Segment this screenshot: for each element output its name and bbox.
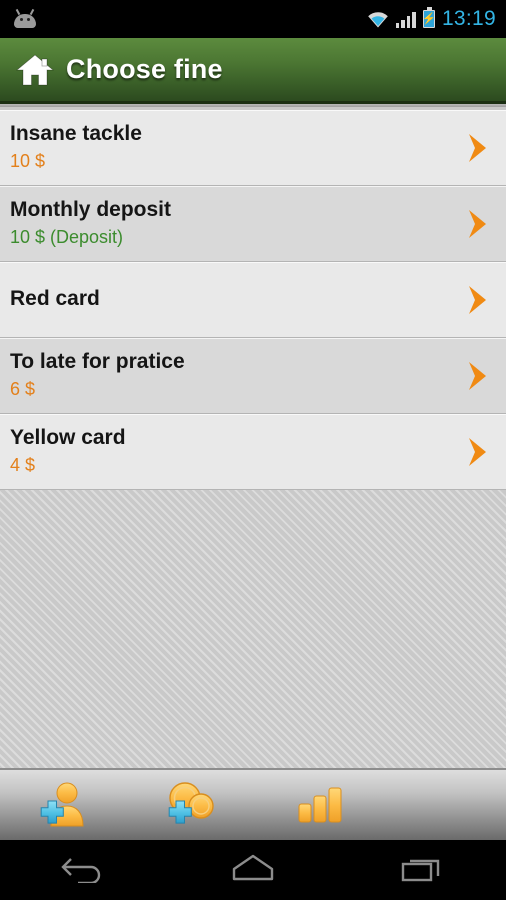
chevron-right-icon	[450, 207, 506, 241]
chevron-right-icon	[450, 283, 506, 317]
list-item-title: Yellow card	[10, 426, 126, 450]
list-item-title: To late for pratice	[10, 350, 185, 374]
add-coins-icon	[165, 780, 219, 830]
chevron-right-icon	[450, 359, 506, 393]
android-robot-icon	[12, 8, 38, 29]
chevron-right-icon	[450, 435, 506, 469]
battery-charging-icon: ⚡	[422, 7, 436, 28]
bottom-toolbar	[0, 768, 506, 840]
list-item-title: Insane tackle	[10, 122, 142, 146]
list-item-title: Red card	[10, 287, 100, 311]
list-item-text: Yellow card 4 $	[10, 425, 450, 478]
home-icon[interactable]	[15, 53, 55, 87]
statistics-button[interactable]	[256, 769, 384, 841]
android-navigation-bar	[0, 840, 506, 900]
list-item-subtitle: 10 $	[10, 151, 46, 172]
status-bar-notifications	[12, 8, 367, 29]
list-item[interactable]: Monthly deposit 10 $ (Deposit)	[0, 186, 506, 262]
cell-signal-icon	[395, 11, 416, 28]
list-item-text: To late for pratice 6 $	[10, 349, 450, 402]
add-player-button[interactable]	[0, 769, 128, 841]
list-item-text: Red card	[10, 286, 450, 312]
list-item[interactable]: Red card	[0, 262, 506, 338]
page-title: Choose fine	[66, 54, 223, 84]
list-item[interactable]: Insane tackle 10 $	[0, 110, 506, 186]
list-item-subtitle: 6 $	[10, 379, 36, 400]
list-item-subtitle: 10 $ (Deposit)	[10, 227, 124, 248]
list-item-text: Insane tackle 10 $	[10, 121, 450, 174]
action-bar: Choose fine	[0, 38, 506, 107]
nav-recents-button[interactable]	[366, 840, 478, 900]
fine-list-container[interactable]: Insane tackle 10 $ Monthly deposit 10 $ (De…	[0, 110, 506, 782]
bar-chart-icon	[293, 780, 347, 830]
list-item[interactable]: To late for pratice 6 $	[0, 338, 506, 414]
status-bar-system-icons: ⚡ 13:19	[367, 7, 496, 31]
home-icon	[230, 853, 276, 888]
device-screen: ⚡ 13:19 Choose fine Insane tackle 10 $ Mon…	[0, 0, 506, 900]
chevron-right-icon	[450, 131, 506, 165]
status-bar: ⚡ 13:19	[0, 0, 506, 38]
add-fine-button[interactable]	[128, 769, 256, 841]
nav-back-button[interactable]	[28, 840, 140, 900]
nav-home-button[interactable]	[197, 840, 309, 900]
status-bar-clock: 13:19	[441, 7, 496, 30]
list-item-title: Monthly deposit	[10, 198, 171, 222]
list-item-subtitle: 4 $	[10, 455, 36, 476]
list-item-text: Monthly deposit 10 $ (Deposit)	[10, 197, 450, 250]
fine-list: Insane tackle 10 $ Monthly deposit 10 $ (De…	[0, 110, 506, 490]
wifi-icon	[367, 11, 389, 28]
add-person-icon	[37, 780, 91, 830]
recents-icon	[399, 853, 445, 888]
list-item[interactable]: Yellow card 4 $	[0, 414, 506, 490]
back-icon	[61, 853, 107, 888]
